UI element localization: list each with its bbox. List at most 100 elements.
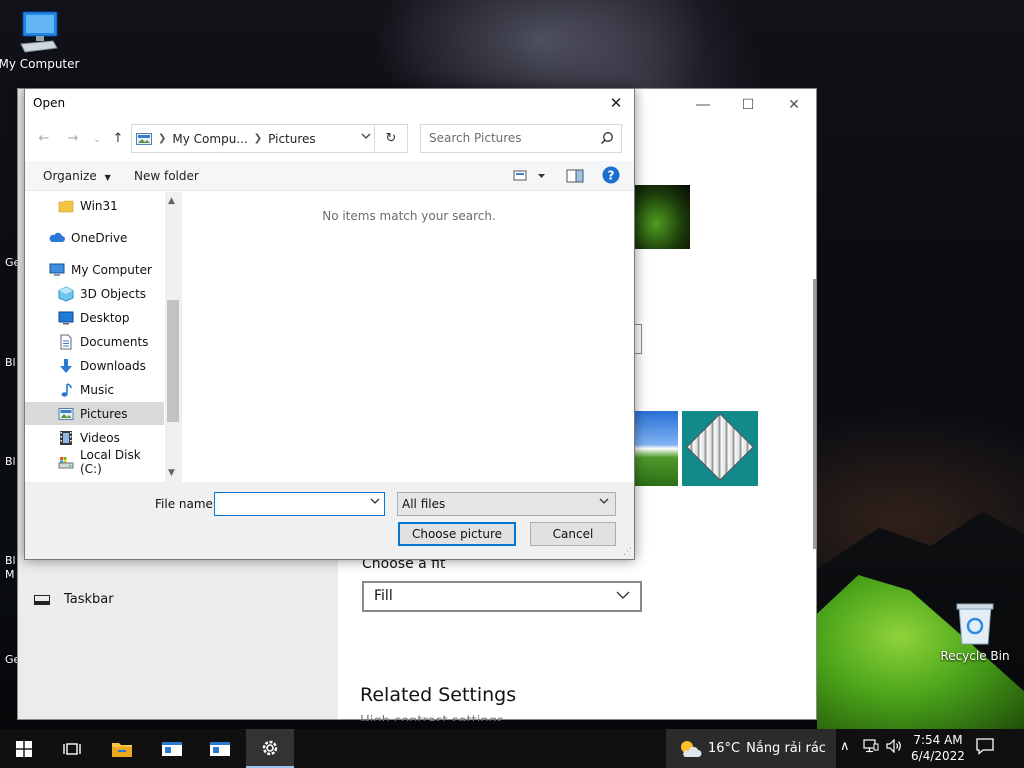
- choose-picture-button[interactable]: Choose picture: [398, 522, 516, 546]
- search-input[interactable]: Search Pictures: [420, 124, 622, 153]
- breadcrumb-separator: ❯: [253, 133, 263, 144]
- file-name-input[interactable]: [214, 492, 385, 516]
- cube-icon: [58, 285, 74, 302]
- nav-item-documents[interactable]: Documents: [25, 330, 164, 353]
- sidebar-item-taskbar-label: Taskbar: [64, 592, 114, 607]
- new-folder-button[interactable]: New folder: [134, 169, 199, 183]
- nav-item-label: My Computer: [71, 262, 152, 277]
- desktop-edge-label: Bl: [5, 356, 16, 369]
- nav-item-3d-objects[interactable]: 3D Objects: [25, 282, 164, 305]
- desktop-recycle-bin-label: Recycle Bin: [940, 649, 1010, 663]
- file-explorer-button[interactable]: [98, 729, 146, 768]
- help-button[interactable]: ?: [602, 166, 620, 187]
- nav-item-videos[interactable]: Videos: [25, 426, 164, 449]
- search-icon: [600, 132, 613, 145]
- desktop-recycle-bin[interactable]: Recycle Bin: [933, 602, 1017, 663]
- breadcrumb-pictures[interactable]: Pictures: [268, 132, 316, 146]
- preview-pane-button[interactable]: [566, 168, 584, 187]
- nav-item-desktop[interactable]: Desktop: [25, 306, 164, 329]
- chevron-down-icon[interactable]: [370, 497, 380, 505]
- nav-item-downloads[interactable]: Downloads: [25, 354, 164, 377]
- back-button[interactable]: ←: [34, 131, 54, 146]
- nav-item-label: 3D Objects: [80, 286, 147, 301]
- organize-menu[interactable]: Organize ▼: [43, 169, 111, 183]
- nav-item-label: Videos: [80, 430, 120, 445]
- nav-item-label: Downloads: [80, 358, 146, 373]
- related-settings-heading: Related Settings: [360, 684, 517, 706]
- up-button[interactable]: ↑: [108, 131, 128, 146]
- command-toolbar: Organize ▼ New folder ?: [25, 161, 634, 191]
- minimize-button[interactable]: ―: [680, 95, 726, 115]
- breadcrumb-my-computer[interactable]: My Compu...: [172, 132, 247, 146]
- weather-widget[interactable]: 16°C Nắng rải rác: [666, 729, 836, 768]
- background-thumbnail-pattern[interactable]: [682, 411, 758, 486]
- show-hidden-icons-button[interactable]: ∧: [840, 739, 850, 754]
- svg-text:?: ?: [608, 169, 615, 183]
- file-type-dropdown[interactable]: All files: [397, 492, 616, 516]
- nav-scrollbar[interactable]: ▲ ▼: [165, 192, 181, 482]
- file-list-pane[interactable]: No items match your search.: [183, 192, 634, 482]
- fit-dropdown-value: Fill: [374, 588, 393, 604]
- background-preview: [634, 185, 690, 249]
- nav-item-local-disk[interactable]: Local Disk (C:): [25, 447, 164, 476]
- nav-item-my-computer[interactable]: My Computer: [25, 258, 164, 281]
- scroll-down-arrow[interactable]: ▼: [168, 468, 175, 478]
- close-button[interactable]: ✕: [771, 95, 817, 115]
- app-window-button-1[interactable]: [148, 729, 196, 768]
- app-window-button-2[interactable]: [196, 729, 244, 768]
- view-options-button[interactable]: [513, 168, 545, 187]
- folder-icon: [58, 200, 74, 212]
- desktop-my-computer[interactable]: My Computer: [0, 10, 81, 71]
- clock-date: 6/4/2022: [911, 749, 965, 763]
- recycle-bin-icon: [956, 603, 994, 645]
- nav-item-music[interactable]: Music: [25, 378, 164, 401]
- weather-condition: Nắng rải rác: [746, 741, 826, 756]
- scroll-thumb[interactable]: [167, 300, 179, 422]
- download-icon: [60, 358, 72, 373]
- search-placeholder: Search Pictures: [429, 131, 522, 145]
- refresh-button[interactable]: ↻: [374, 125, 407, 152]
- nav-item-label: Documents: [80, 334, 149, 349]
- pictures-icon: [58, 407, 74, 420]
- recent-locations-button[interactable]: ⌄: [87, 135, 107, 145]
- maximize-button[interactable]: ☐: [725, 95, 771, 115]
- volume-icon[interactable]: [886, 738, 902, 757]
- notification-center-button[interactable]: [976, 737, 994, 758]
- caret-down-icon: ▼: [104, 173, 111, 182]
- settings-scrollbar[interactable]: [813, 279, 816, 549]
- task-view-icon: [63, 742, 81, 755]
- navigation-pane: Win31 OneDrive My Computer 3D Objects De…: [25, 192, 182, 482]
- fit-dropdown[interactable]: Fill: [362, 581, 642, 612]
- desktop-icon: [58, 311, 74, 324]
- resize-grip[interactable]: ⋰: [623, 547, 632, 557]
- nav-item-win31[interactable]: Win31: [25, 194, 164, 217]
- settings-app-button[interactable]: [246, 729, 294, 768]
- film-icon: [60, 430, 72, 445]
- nav-item-label: Local Disk (C:): [80, 447, 141, 476]
- chevron-down-icon[interactable]: [361, 132, 371, 140]
- background-thumbnail-bliss[interactable]: [634, 411, 678, 486]
- address-bar[interactable]: ❯ My Compu... ❯ Pictures ↻: [131, 124, 408, 153]
- file-type-value: All files: [402, 497, 446, 511]
- system-clock[interactable]: 7:54 AM 6/4/2022: [906, 732, 970, 764]
- nav-item-onedrive[interactable]: OneDrive: [25, 226, 164, 249]
- speaker-icon: [886, 738, 901, 754]
- cancel-button[interactable]: Cancel: [530, 522, 616, 546]
- nav-item-pictures[interactable]: Pictures: [25, 402, 164, 425]
- drive-icon: [58, 456, 74, 468]
- task-view-button[interactable]: [48, 729, 96, 768]
- desktop-edge-label: M: [5, 568, 15, 581]
- scroll-up-arrow[interactable]: ▲: [168, 196, 175, 206]
- view-list-icon: [513, 170, 545, 181]
- start-button[interactable]: [0, 729, 48, 768]
- dialog-close-button[interactable]: ✕: [602, 90, 630, 116]
- nav-item-label: Win31: [80, 198, 118, 213]
- related-settings-link[interactable]: High contrast settings: [360, 714, 504, 721]
- dialog-footer: File name: All files Choose picture Canc…: [25, 482, 634, 559]
- forward-button[interactable]: →: [63, 131, 83, 146]
- weather-partly-sunny-icon: [681, 740, 702, 757]
- file-explorer-icon: [112, 742, 132, 757]
- sidebar-item-taskbar[interactable]: Taskbar: [34, 592, 114, 607]
- network-icon[interactable]: [863, 739, 879, 757]
- app-window-icon: [210, 741, 230, 756]
